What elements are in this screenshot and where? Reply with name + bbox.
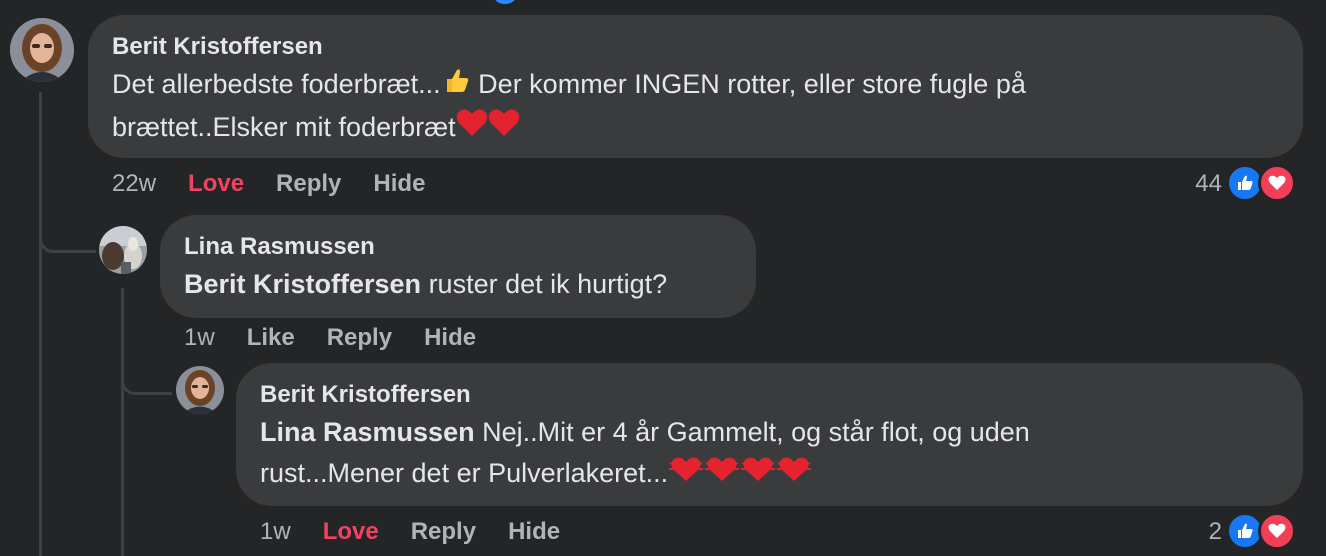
thread-connector-reply-1 [39, 206, 96, 253]
comment-age[interactable]: 1w [260, 518, 291, 546]
avatar-berit[interactable] [176, 366, 224, 414]
love-reaction-icon[interactable] [1258, 512, 1296, 550]
comment-author[interactable]: Lina Rasmussen [184, 233, 375, 261]
thread-line-main [39, 92, 42, 556]
comment-text: brættet..Elsker mit foderbræt [112, 112, 456, 142]
mention-link[interactable]: Lina Rasmussen [260, 417, 475, 447]
comment-author[interactable]: Berit Kristoffersen [260, 381, 471, 409]
comment-actions: 22w Love Reply Hide [112, 170, 457, 198]
thumbs-up-emoji [441, 65, 471, 107]
reply-button[interactable]: Reply [276, 170, 341, 198]
comment-text-line: rust...Mener det er Pulverlakeret... [260, 452, 812, 497]
comment-age[interactable]: 1w [184, 324, 215, 352]
heart-with-ribbon-emoji [668, 453, 704, 497]
reply-button[interactable]: Reply [411, 518, 476, 546]
thread-line-reply [121, 288, 124, 556]
red-heart-emoji [488, 108, 520, 150]
comment-text-line: brættet..Elsker mit foderbræt [112, 106, 520, 150]
like-button[interactable]: Like [247, 324, 295, 352]
comment-text: Det allerbedste foderbræt... [112, 69, 441, 99]
heart-with-ribbon-emoji [704, 453, 740, 497]
reaction-count[interactable]: 2 [1190, 518, 1222, 546]
comment-age[interactable]: 22w [112, 170, 156, 198]
comment-text-line: Det allerbedste foderbræt... Der kommer … [112, 63, 1026, 107]
comment-text: rust...Mener det er Pulverlakeret... [260, 458, 669, 488]
comment-text: ruster det ik hurtigt? [421, 269, 668, 299]
love-button[interactable]: Love [323, 518, 379, 546]
comment-actions: 1w Love Reply Hide [260, 518, 592, 546]
love-reaction-icon[interactable] [1258, 164, 1296, 202]
heart-with-ribbon-emoji [740, 453, 776, 497]
mention-link[interactable]: Berit Kristoffersen [184, 269, 421, 299]
comment-author[interactable]: Berit Kristoffersen [112, 33, 323, 61]
reaction-count[interactable]: 44 [1180, 170, 1222, 198]
comment-actions: 1w Like Reply Hide [184, 324, 508, 352]
comment-text-line: Berit Kristoffersen ruster det ik hurtig… [184, 263, 667, 305]
love-button[interactable]: Love [188, 170, 244, 198]
comment-text-line: Lina Rasmussen Nej..Mit er 4 år Gammelt,… [260, 411, 1030, 453]
avatar-lina[interactable] [99, 226, 147, 274]
comment-text: Der kommer INGEN rotter, eller store fug… [470, 69, 1026, 99]
heart-with-ribbon-emoji [776, 453, 812, 497]
reply-button[interactable]: Reply [327, 324, 392, 352]
hide-button[interactable]: Hide [424, 324, 476, 352]
hide-button[interactable]: Hide [508, 518, 560, 546]
thread-connector-reply-2 [121, 352, 172, 395]
avatar-berit[interactable] [10, 18, 74, 82]
red-heart-emoji [456, 108, 488, 150]
hide-button[interactable]: Hide [373, 170, 425, 198]
comment-text: Nej..Mit er 4 år Gammelt, og står flot, … [474, 417, 1030, 447]
scroll-indicator [495, 0, 515, 4]
